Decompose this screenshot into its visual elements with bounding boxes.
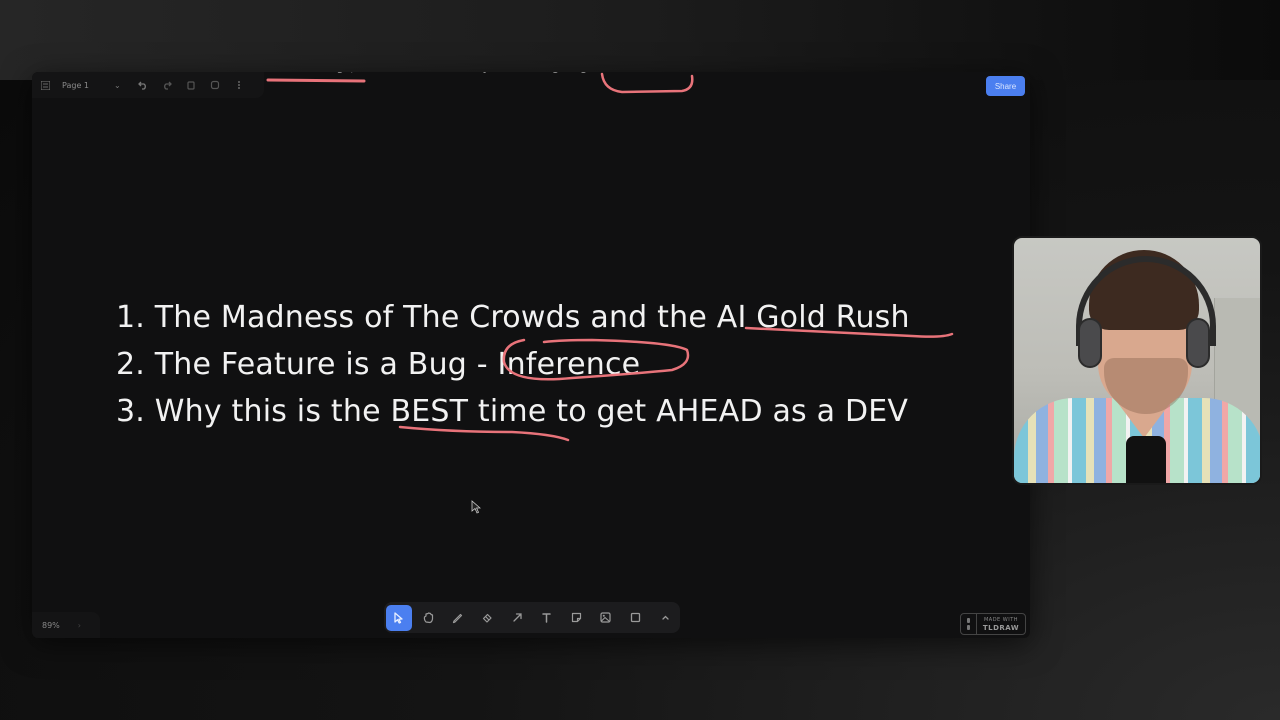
tool-arrow[interactable] (504, 605, 530, 631)
rectangle-icon (630, 612, 641, 623)
hand-icon (423, 612, 433, 624)
text-icon (542, 613, 552, 623)
microphone-icon (1126, 436, 1166, 483)
arrow-icon (513, 613, 522, 622)
undo-icon[interactable] (131, 75, 155, 95)
more-vertical-icon[interactable] (227, 75, 251, 95)
trash-icon[interactable] (179, 75, 203, 95)
list-item[interactable]: 3. Why this is the BEST time to get AHEA… (116, 388, 910, 435)
headphone-cup-left (1078, 318, 1102, 368)
top-underline-annotation (266, 78, 366, 83)
duplicate-icon[interactable] (203, 75, 227, 95)
tldraw-logo-icon (961, 614, 977, 634)
tool-asset[interactable] (593, 605, 619, 631)
chevron-down-icon[interactable]: ⌄ (114, 81, 121, 90)
zoom-level[interactable]: 89% (42, 621, 60, 630)
pencil-icon (453, 613, 463, 624)
tool-rectangle[interactable] (623, 605, 649, 631)
share-button[interactable]: Share (986, 76, 1025, 96)
made-with-tldraw-badge[interactable]: MADE WITH TLDRAW (960, 613, 1026, 635)
list-item[interactable]: 2. The Feature is a Bug - Inference (116, 341, 910, 388)
minimap-toggle-icon[interactable]: › (78, 621, 81, 630)
background (0, 0, 1280, 80)
tool-more[interactable] (652, 605, 678, 631)
image-icon (600, 612, 612, 623)
menu-panel: Page 1 ⌄ (32, 72, 264, 98)
badge-line1: MADE WITH (983, 617, 1019, 623)
mouse-cursor-icon (471, 500, 481, 514)
tool-hand[interactable] (416, 605, 442, 631)
partial-canvas-text: sort of things, what do I see already tr… (268, 72, 888, 78)
list-item[interactable]: 1. The Madness of The Crowds and the AI … (116, 294, 910, 341)
menu-icon[interactable] (38, 78, 52, 92)
webcam-overlay (1012, 236, 1262, 485)
headphone-cup-right (1186, 318, 1210, 368)
page-name[interactable]: Page 1 (62, 81, 114, 90)
main-toolbar (384, 602, 680, 633)
badge-line2: TLDRAW (982, 624, 1020, 632)
tool-draw[interactable] (445, 605, 471, 631)
tool-eraser[interactable] (475, 605, 501, 631)
chevron-up-icon (661, 615, 669, 620)
zoom-panel: 89% › (32, 612, 100, 638)
tool-text[interactable] (534, 605, 560, 631)
cursor-icon (394, 612, 403, 624)
tool-note[interactable] (564, 605, 590, 631)
tldraw-app-window: sort of things, what do I see already tr… (32, 72, 1030, 638)
redo-icon[interactable] (155, 75, 179, 95)
sticky-note-icon (571, 612, 581, 623)
canvas-text-list[interactable]: 1. The Madness of The Crowds and the AI … (116, 294, 910, 435)
tool-select[interactable] (386, 604, 412, 631)
eraser-icon (482, 613, 492, 623)
